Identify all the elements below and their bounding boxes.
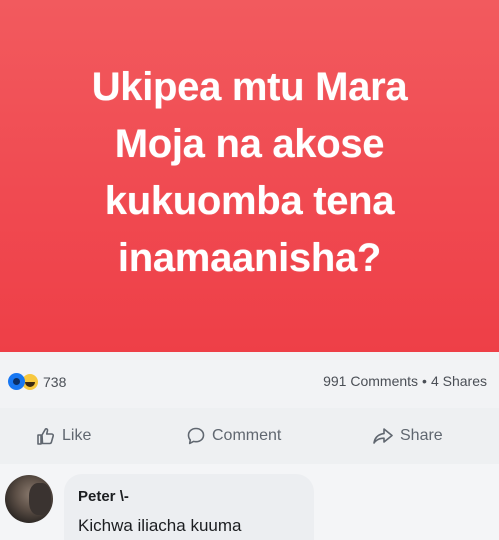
- stats-separator: •: [422, 373, 427, 389]
- engagement-stats: 738 991 Comments • 4 Shares: [0, 352, 499, 408]
- comment-label: Comment: [212, 427, 282, 444]
- banner-line: inamaanisha?: [117, 236, 382, 280]
- share-arrow-icon: [372, 426, 394, 446]
- reactions-summary[interactable]: 738: [8, 373, 66, 390]
- banner-text: Ukipea mtu Mara Moja na akose kukuomba t…: [50, 59, 450, 287]
- avatar[interactable]: [5, 475, 53, 523]
- share-button[interactable]: Share: [372, 426, 443, 446]
- like-label: Like: [62, 427, 92, 444]
- comments-count[interactable]: 991 Comments: [323, 373, 418, 389]
- comment-text: Kichwa iliacha kuuma: [78, 516, 242, 535]
- post-banner: Ukipea mtu Mara Moja na akose kukuomba t…: [0, 0, 499, 352]
- comment-section: Peter \- Kichwa iliacha kuuma: [0, 464, 499, 540]
- thumbs-up-icon: [36, 426, 56, 446]
- banner-line: Ukipea mtu Mara: [91, 65, 408, 109]
- comment-bubble: Peter \- Kichwa iliacha kuuma: [64, 474, 314, 540]
- share-label: Share: [400, 427, 443, 444]
- comments-shares-summary: 991 Comments • 4 Shares: [323, 373, 487, 389]
- reaction-count: 738: [43, 373, 67, 390]
- post-card: Ukipea mtu Mara Moja na akose kukuomba t…: [0, 0, 499, 540]
- comment-button[interactable]: Comment: [186, 426, 281, 446]
- avatar-photo: [29, 483, 51, 515]
- like-reaction-icon: [8, 373, 25, 390]
- shares-count[interactable]: 4 Shares: [431, 373, 487, 389]
- banner-line: kukuomba tena: [104, 179, 395, 223]
- banner-line: Moja na akose: [114, 122, 385, 166]
- comment-icon: [186, 426, 206, 446]
- like-button[interactable]: Like: [36, 426, 91, 446]
- comment-author[interactable]: Peter \-: [78, 488, 129, 505]
- action-bar: Like Comment Share: [0, 408, 499, 464]
